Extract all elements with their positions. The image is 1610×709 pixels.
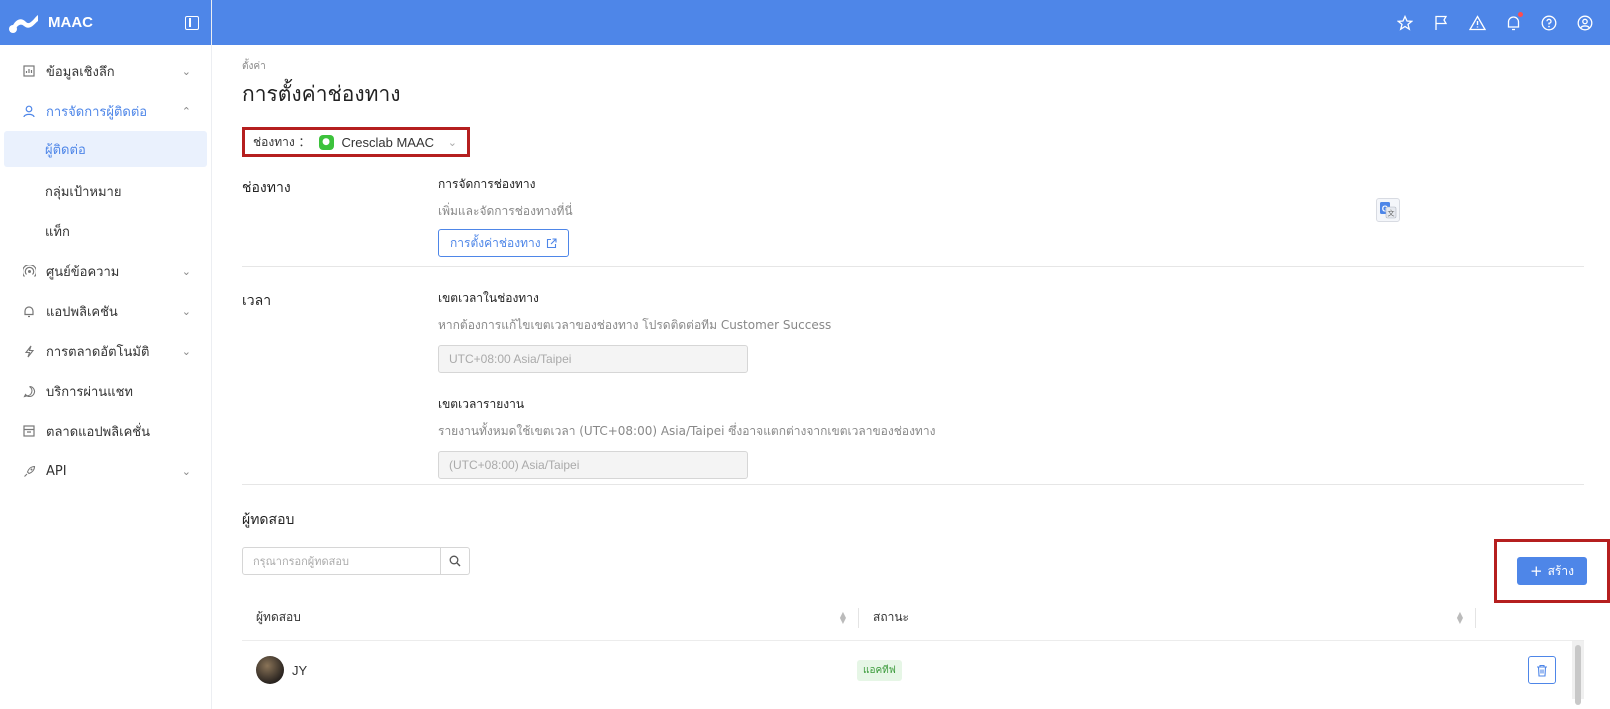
sidebar-nav: ข้อมูลเชิงลึก ⌄ การจัดการผู้ติดต่อ ⌃ ผู้…: [0, 45, 211, 491]
main-content: ตั้งค่า การตั้งค่าช่องทาง ช่องทาง ： ● Cr…: [242, 45, 1610, 709]
column-header-label: สถานะ: [873, 610, 909, 624]
table-scrollbar[interactable]: [1572, 641, 1584, 705]
section-label-time: เวลา: [242, 293, 272, 309]
channel-selector[interactable]: ช่องทาง ： ● Cresclab MAAC ⌄: [242, 127, 470, 157]
sidebar-item-label: ตลาดแอปพลิเคชั่น: [46, 424, 150, 440]
collapse-sidebar-icon[interactable]: [185, 15, 199, 30]
column-header-status[interactable]: สถานะ ▲ ▼: [859, 607, 1476, 628]
broadcast-icon: [22, 264, 36, 278]
trash-icon: [1537, 664, 1547, 677]
scrollbar-thumb[interactable]: [1575, 645, 1581, 705]
sidebar-subitem-contacts[interactable]: ผู้ติดต่อ: [4, 131, 207, 167]
channel-management-title: การจัดการช่องทาง: [438, 177, 536, 191]
chevron-down-icon: ⌄: [181, 464, 191, 478]
chevron-up-icon: ⌃: [181, 104, 191, 118]
tester-name: JY: [292, 662, 308, 678]
time-section: เวลา เขตเวลาในช่องทาง หากต้องการแก้ไขเขต…: [242, 267, 1584, 485]
testers-search: กรุณากรอกผู้ทดสอบ: [242, 547, 1584, 575]
sidebar-item-chat-service[interactable]: บริการผ่านแชท: [0, 371, 211, 411]
search-icon: [449, 555, 461, 567]
report-timezone-desc: รายงานทั้งหมดใช้เขตเวลา (UTC+08:00) Asia…: [438, 424, 936, 438]
top-bar: [212, 0, 1610, 45]
maac-logo-icon: [9, 14, 38, 33]
sidebar-item-label: การจัดการผู้ติดต่อ: [46, 104, 148, 120]
avatar: [256, 656, 284, 684]
help-icon[interactable]: [1540, 14, 1558, 32]
page-title: การตั้งค่าช่องทาง: [242, 82, 401, 106]
table-header: ผู้ทดสอบ ▲ ▼ สถานะ ▲ ▼: [242, 595, 1584, 641]
column-header-label: ผู้ทดสอบ: [256, 610, 301, 624]
sidebar-item-label: API: [46, 463, 67, 479]
top-bar-icons: [1396, 0, 1594, 45]
sort-icon: ▲ ▼: [1456, 609, 1463, 625]
table-row: JY แอคทีฟ: [242, 641, 1584, 705]
channel-timezone-desc: หากต้องการแก้ไขเขตเวลาของช่องทาง โปรดติด…: [438, 318, 832, 332]
search-button[interactable]: [441, 547, 470, 575]
sidebar-item-label: ศูนย์ข้อความ: [46, 264, 120, 280]
column-header-tester[interactable]: ผู้ทดสอบ ▲ ▼: [242, 607, 859, 628]
notification-bell-icon[interactable]: [1504, 11, 1523, 32]
line-icon: ●: [318, 134, 334, 150]
create-tester-button[interactable]: + สร้าง: [1517, 557, 1587, 585]
channel-settings-button-label: การตั้งค่าช่องทาง: [450, 235, 541, 250]
svg-text:文: 文: [1388, 209, 1395, 218]
bolt-icon: [22, 344, 36, 358]
notification-dot: [1518, 11, 1523, 17]
plus-icon: +: [1530, 562, 1543, 580]
sidebar-item-label: ข้อมูลเชิงลึก: [46, 64, 115, 80]
store-icon: [22, 424, 36, 438]
sidebar-item-applications[interactable]: แอปพลิเคชัน ⌄: [0, 291, 211, 331]
brand-bar: MAAC: [0, 0, 211, 45]
translate-icon[interactable]: G文: [1376, 198, 1400, 222]
report-timezone-title: เขตเวลารายงาน: [438, 397, 525, 411]
testers-table: ผู้ทดสอบ ▲ ▼ สถานะ ▲ ▼ JY แอคทีฟ: [242, 595, 1584, 705]
star-icon[interactable]: [1396, 14, 1414, 32]
flag-icon[interactable]: [1432, 14, 1450, 32]
testers-title: ผู้ทดสอบ: [242, 512, 295, 528]
chevron-down-icon: ⌄: [181, 64, 191, 78]
account-icon[interactable]: [1576, 14, 1594, 32]
rocket-icon: [22, 464, 36, 478]
chevron-down-icon: ⌄: [181, 344, 191, 358]
report-timezone-field: (UTC+08:00) Asia/Taipei: [438, 451, 748, 479]
chevron-down-icon: ⌄: [447, 135, 457, 149]
sidebar-item-app-marketplace[interactable]: ตลาดแอปพลิเคชั่น: [0, 411, 211, 451]
tester-search-input[interactable]: กรุณากรอกผู้ทดสอบ: [242, 547, 441, 575]
brand-name: MAAC: [48, 14, 93, 31]
chart-icon: [22, 64, 36, 78]
channel-management-desc: เพิ่มและจัดการช่องทางที่นี่: [438, 204, 573, 218]
user-icon: [22, 104, 36, 118]
status-badge: แอคทีฟ: [857, 659, 902, 681]
breadcrumb[interactable]: ตั้งค่า: [242, 59, 1584, 74]
channel-section-body: การจัดการช่องทาง เพิ่มและจัดการช่องทางที…: [438, 167, 1584, 266]
sidebar-item-label: บริการผ่านแชท: [46, 384, 133, 400]
sidebar-subitem-tags[interactable]: แท็ก: [0, 211, 211, 251]
warning-icon[interactable]: [1468, 14, 1486, 32]
external-link-icon: [546, 237, 557, 248]
create-button-highlight: + สร้าง: [1494, 539, 1610, 603]
delete-button[interactable]: [1528, 656, 1556, 684]
sidebar-item-api[interactable]: API ⌄: [0, 451, 211, 491]
sidebar-item-message-center[interactable]: ศูนย์ข้อความ ⌄: [0, 251, 211, 291]
chat-icon: [22, 384, 36, 398]
channel-settings-button[interactable]: การตั้งค่าช่องทาง: [438, 229, 569, 257]
create-button-label: สร้าง: [1547, 563, 1574, 578]
channel-timezone-title: เขตเวลาในช่องทาง: [438, 291, 539, 305]
channel-select-label: ช่องทาง ：: [253, 134, 311, 149]
time-section-body: เขตเวลาในช่องทาง หากต้องการแก้ไขเขตเวลาข…: [438, 267, 1584, 484]
chevron-down-icon: ⌄: [181, 304, 191, 318]
sidebar-item-insights[interactable]: ข้อมูลเชิงลึก ⌄: [0, 51, 211, 91]
section-label-channel: ช่องทาง: [242, 180, 291, 196]
sidebar: MAAC ข้อมูลเชิงลึก ⌄ การจัดการผู้ติดต่อ …: [0, 0, 212, 709]
sidebar-item-label: การตลาดอัตโนมัติ: [46, 344, 150, 360]
sidebar-item-contacts-management[interactable]: การจัดการผู้ติดต่อ ⌃: [0, 91, 211, 131]
sidebar-subitem-segments[interactable]: กลุ่มเป้าหมาย: [0, 171, 211, 211]
bell-icon: [22, 304, 36, 318]
sidebar-item-label: แอปพลิเคชัน: [46, 304, 118, 320]
channel-timezone-field: UTC+08:00 Asia/Taipei: [438, 345, 748, 373]
channel-select-value: Cresclab MAAC: [341, 134, 435, 150]
sidebar-item-marketing-automation[interactable]: การตลาดอัตโนมัติ ⌄: [0, 331, 211, 371]
sort-icon: ▲ ▼: [839, 609, 846, 625]
chevron-down-icon: ⌄: [181, 264, 191, 278]
